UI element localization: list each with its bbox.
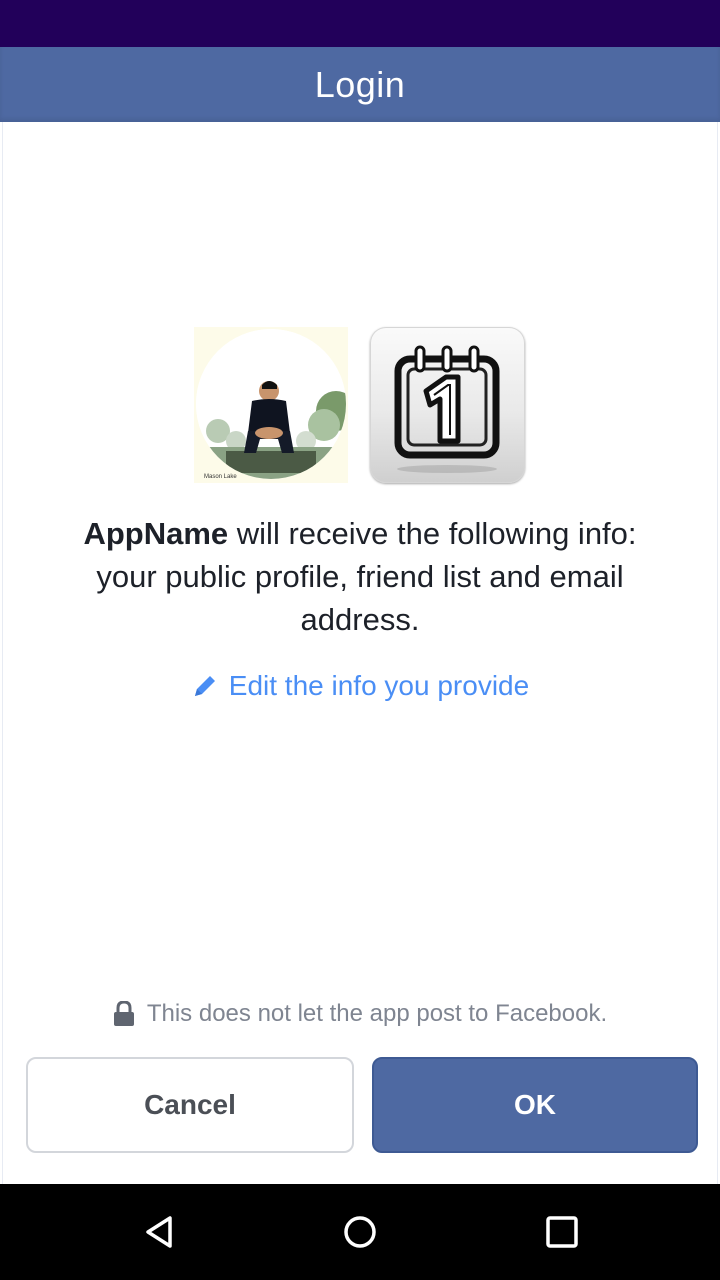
nav-back-button[interactable] <box>128 1200 192 1264</box>
recents-square-icon <box>546 1216 578 1248</box>
permission-message: AppName will receive the following info:… <box>60 512 660 641</box>
avatar-photo <box>196 329 346 479</box>
cancel-button[interactable]: Cancel <box>26 1057 354 1153</box>
pencil-icon <box>194 676 215 696</box>
user-avatar: Mason Lake <box>194 327 348 483</box>
edit-info-label: Edit the info you provide <box>228 670 530 701</box>
lock-icon <box>113 1001 134 1026</box>
back-triangle-icon <box>146 1216 172 1248</box>
notice-text: This does not let the app post to Facebo… <box>146 1000 608 1027</box>
header-bar: Login <box>0 47 720 122</box>
app-name: AppName <box>83 516 229 551</box>
page-title: Login <box>314 63 406 105</box>
status-bar <box>0 0 720 47</box>
post-notice: This does not let the app post to Facebo… <box>0 994 720 1034</box>
avatar-caption: Mason Lake <box>204 474 237 480</box>
nav-home-button[interactable] <box>328 1200 392 1264</box>
ok-button[interactable]: OK <box>372 1057 698 1153</box>
app-icon <box>370 327 525 483</box>
person-photo-icon <box>196 329 346 479</box>
calendar-icon <box>394 345 500 473</box>
nav-recents-button[interactable] <box>530 1200 594 1264</box>
navigation-bar <box>0 1184 720 1280</box>
edit-info-link[interactable]: Edit the info you provide <box>0 664 720 708</box>
home-circle-icon <box>344 1216 376 1248</box>
